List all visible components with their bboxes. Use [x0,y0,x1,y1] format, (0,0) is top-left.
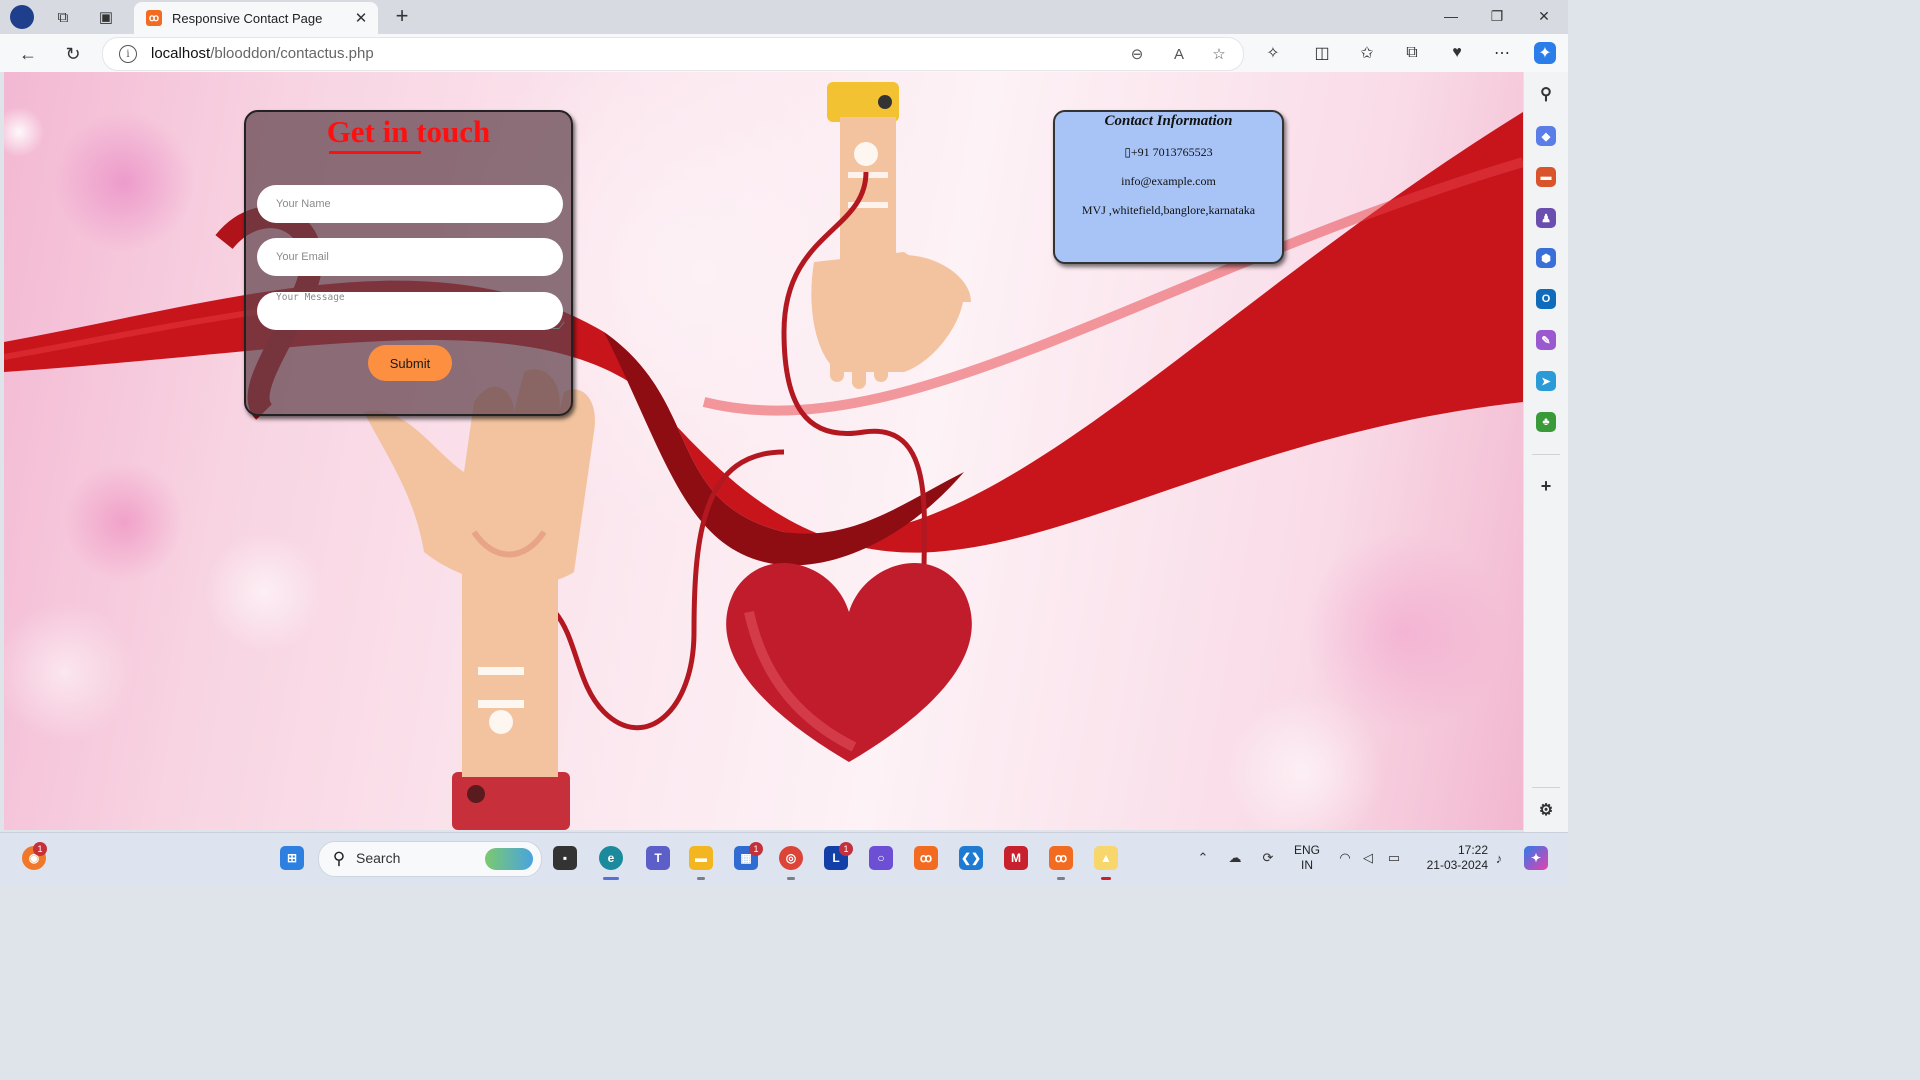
sidebar-tree-icon[interactable]: ♣ [1536,412,1556,432]
circle-app-icon[interactable]: ○ [869,846,893,870]
store-badge: 1 [749,842,763,856]
sidebar-add-icon[interactable]: + [1536,476,1556,496]
firefox-badge: 1 [33,842,47,856]
contact-address: MVJ ,whitefield,banglore,karnataka [1081,203,1256,217]
page-viewport: Get in touch Submit Contact Information … [4,72,1523,830]
browser-essentials-icon[interactable]: ♥ [1446,42,1468,64]
sidebar-microsoft365-icon[interactable]: ⬢ [1536,248,1556,268]
windows-taskbar: ◉ 1 ⊞ ⚲ Search ▪ e T ▬ ▦ 1 ◎ L 1 ○ ꝏ ❮❯ … [0,832,1568,883]
pinned-app-icon[interactable]: ▲ [1094,846,1118,870]
sidebar-divider-bottom [1532,787,1560,788]
browser-titlebar: ⧉ ▣ ꝏ Responsive Contact Page ✕ + — ❐ ✕ [0,0,1568,34]
contact-form: Get in touch Submit [244,110,573,416]
task-view-icon[interactable]: ▪ [553,846,577,870]
read-aloud-icon[interactable]: A [1169,44,1189,64]
form-title: Get in touch [326,114,491,149]
url-text[interactable]: localhost/blooddon/contactus.php [151,45,374,62]
extensions-icon[interactable]: ✧ [1262,42,1284,64]
onedrive-icon[interactable]: ☁ [1226,849,1244,867]
submit-button[interactable]: Submit [368,345,452,381]
restore-button[interactable]: ❐ [1482,6,1512,26]
mcafee-taskbar-icon[interactable]: M [1004,846,1028,870]
sidebar-send-icon[interactable]: ➤ [1536,371,1556,391]
tab-close-icon[interactable]: ✕ [350,7,372,29]
sidebar-designer-icon[interactable]: ✎ [1536,330,1556,350]
profile-avatar[interactable] [10,5,34,29]
sync-icon[interactable]: ⟳ [1259,849,1277,867]
xampp-control-icon[interactable]: ꝏ [1049,846,1073,870]
volume-icon[interactable]: ◁ [1359,849,1377,867]
file-explorer-icon[interactable]: ▬ [689,846,713,870]
site-info-icon[interactable]: i [119,45,137,63]
browser-toolbar: ← ↻ i localhost/blooddon/contactus.php ⊖… [0,34,1568,72]
vscode-taskbar-icon[interactable]: ❮❯ [959,846,983,870]
xampp-taskbar-icon[interactable]: ꝏ [914,846,938,870]
sidebar-search-icon[interactable]: ⚲ [1536,84,1556,104]
language-region: IN [1301,858,1313,872]
start-windows-icon[interactable]: ⊞ [280,846,304,870]
tray-chevron-up-icon[interactable]: ⌃ [1194,849,1212,867]
chrome-taskbar-icon[interactable]: ◎ [779,846,803,870]
wifi-icon[interactable]: ◠ [1336,849,1354,867]
email-input[interactable] [257,238,563,276]
copilot-preview-icon[interactable]: ✦ [1524,846,1548,870]
favorites-icon[interactable]: ✩ [1356,42,1378,64]
sidebar-settings-icon[interactable]: ⚙ [1536,800,1556,820]
sidebar-shopping-icon[interactable]: ◆ [1536,126,1556,146]
notification-bell-icon[interactable]: ♪ [1490,849,1508,867]
copilot-icon[interactable]: ✦ [1534,42,1556,64]
search-icon: ⚲ [332,849,346,868]
edge-sidebar: ⚲ ◆ ▬ ♟ ⬢ O ✎ ➤ ♣ + ⚙ [1524,72,1568,832]
message-textarea[interactable] [257,292,563,330]
collections-icon[interactable]: ⧉ [1401,42,1423,64]
name-input[interactable] [257,185,563,223]
edge-taskbar-icon[interactable]: e [599,846,623,870]
url-path: /blooddon/contactus.php [210,45,374,62]
refresh-button[interactable]: ↻ [61,42,85,66]
search-label: Search [356,850,401,866]
workspaces-icon[interactable]: ⧉ [52,6,74,28]
tab-title: Responsive Contact Page [172,10,323,26]
teams-taskbar-icon[interactable]: T [646,846,670,870]
sidebar-games-icon[interactable]: ♟ [1536,208,1556,228]
split-screen-icon[interactable]: ◫ [1311,42,1333,64]
contact-info-title: Contact Information [1104,113,1233,129]
clock[interactable]: 17:22 21-03-2024 [1414,843,1488,873]
contact-email: info@example.com [1121,174,1216,188]
search-highlight-icon [485,848,533,870]
language-code: ENG [1293,843,1320,857]
xampp-indicator [1057,877,1065,880]
close-window-button[interactable]: ✕ [1529,6,1559,26]
edge-active-indicator [603,877,619,880]
sidebar-outlook-icon[interactable]: O [1536,289,1556,309]
new-tab-button[interactable]: + [390,3,414,28]
battery-icon[interactable]: ▭ [1385,849,1403,867]
tab-contact-page[interactable]: ꝏ Responsive Contact Page ✕ [134,2,378,34]
clock-time: 17:22 [1457,843,1488,857]
address-bar[interactable]: i localhost/blooddon/contactus.php ⊖ A ☆ [102,37,1244,71]
contact-phone: ▯+91 7013765523 [1124,145,1213,159]
l-app-badge: 1 [839,842,853,856]
back-button[interactable]: ← [16,42,40,66]
title-underline [329,151,421,154]
chrome-indicator [787,877,795,880]
contact-info-card: Contact Information ▯+91 7013765523 info… [1053,110,1284,264]
favorite-star-icon[interactable]: ☆ [1209,44,1229,64]
sidebar-divider [1532,454,1560,455]
explorer-indicator [697,877,705,880]
language-indicator[interactable]: ENG IN [1290,843,1324,873]
xampp-favicon-icon: ꝏ [146,10,162,26]
url-host: localhost [151,45,211,62]
vertical-tabs-icon[interactable]: ▣ [95,6,117,28]
clock-date: 21-03-2024 [1426,858,1488,872]
more-menu-icon[interactable]: ⋯ [1491,42,1513,64]
sidebar-tools-icon[interactable]: ▬ [1536,167,1556,187]
blood-donation-illustration [4,82,1523,830]
minimize-button[interactable]: — [1436,6,1466,26]
taskbar-search[interactable]: ⚲ Search [318,841,542,877]
pinned-app-indicator [1101,877,1111,880]
zoom-icon[interactable]: ⊖ [1127,44,1147,64]
